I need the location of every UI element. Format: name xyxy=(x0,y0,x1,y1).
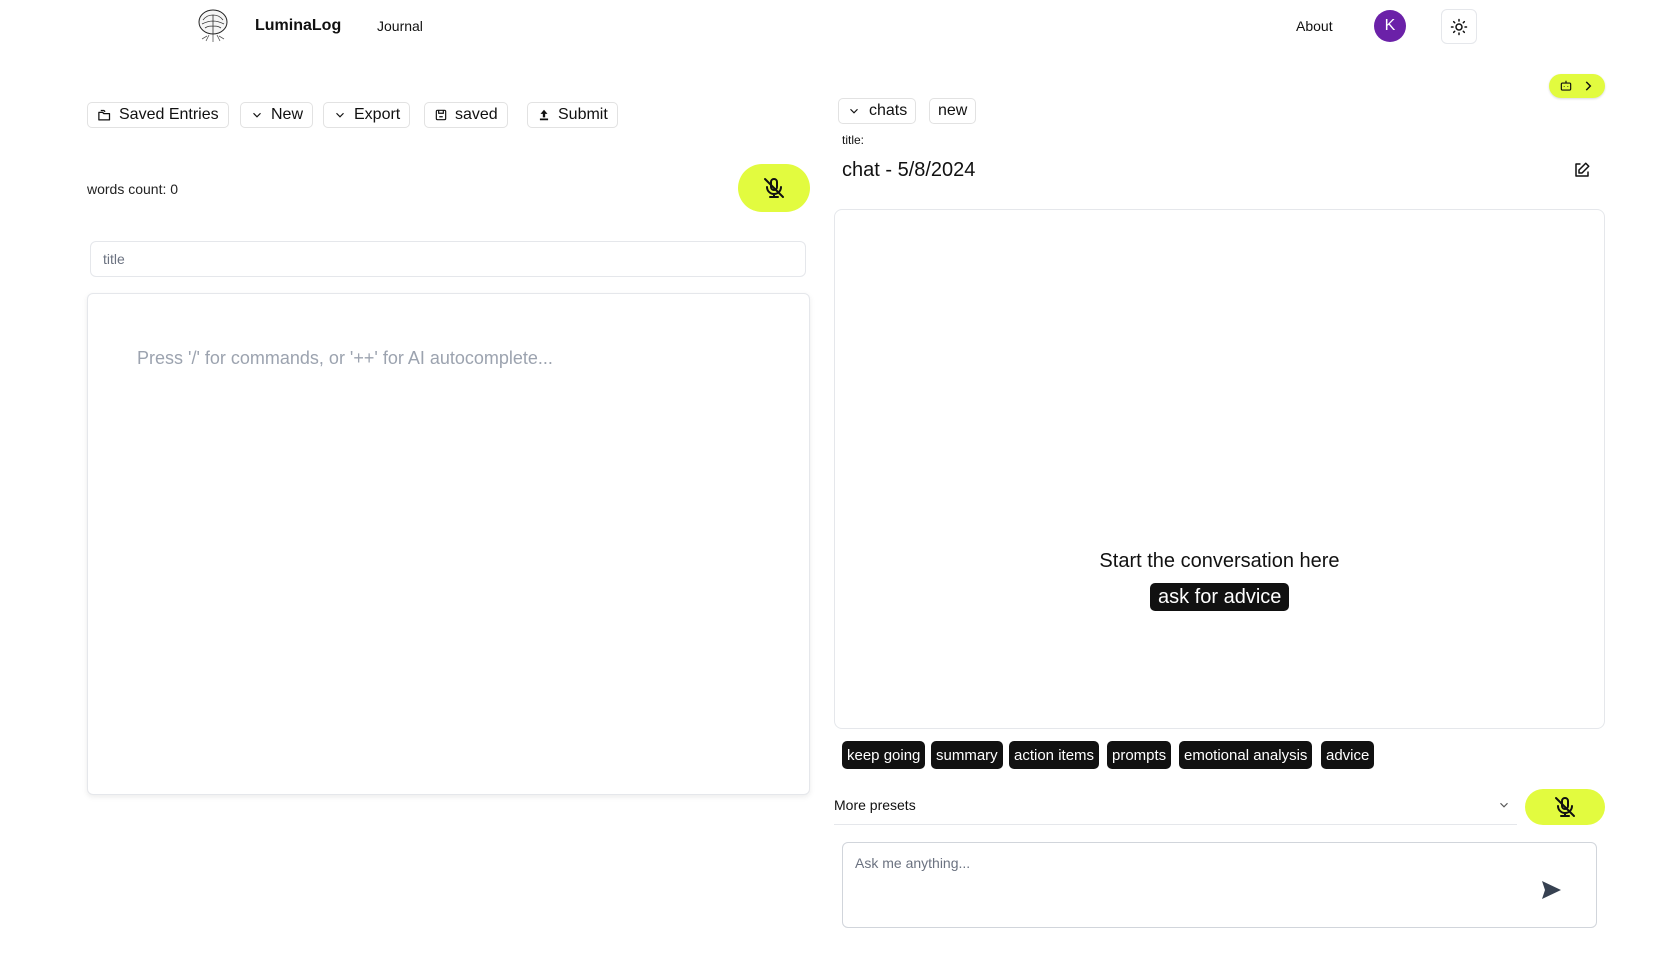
nav-about-link[interactable]: About xyxy=(1296,18,1333,34)
chevron-down-icon xyxy=(336,112,344,118)
submit-label: Submit xyxy=(558,106,608,123)
folder-icon xyxy=(98,109,111,120)
chat-mic-toggle-button[interactable] xyxy=(1525,789,1605,825)
saved-entries-button[interactable]: Saved Entries xyxy=(87,102,229,128)
chevron-down-icon xyxy=(253,112,261,118)
chat-input[interactable] xyxy=(855,855,1515,915)
chevron-down-icon xyxy=(1500,802,1508,808)
preset-chip-action-items[interactable]: action items xyxy=(1009,741,1100,769)
submit-button[interactable]: Submit xyxy=(527,102,618,128)
new-chat-label: new xyxy=(938,102,968,119)
export-button[interactable]: Export xyxy=(323,102,411,128)
chat-messages-panel: Start the conversation here ask for advi… xyxy=(834,209,1605,729)
chats-dropdown-button[interactable]: chats xyxy=(838,98,917,124)
chevron-down-icon xyxy=(850,108,858,114)
preset-chip-keep-going[interactable]: keep going xyxy=(842,741,926,769)
chats-label: chats xyxy=(869,102,908,119)
preset-chip-advice[interactable]: advice xyxy=(1321,741,1375,769)
new-chat-button[interactable]: new xyxy=(929,98,977,124)
more-presets-select[interactable]: More presets xyxy=(834,785,1517,825)
editor-placeholder: Press '/' for commands, or '++' for AI a… xyxy=(137,348,553,368)
logo-tree-icon[interactable] xyxy=(196,8,230,44)
chat-title-label: title: xyxy=(842,133,865,147)
saved-entries-label: Saved Entries xyxy=(119,106,219,123)
chat-title: chat - 5/8/2024 xyxy=(842,159,976,181)
preset-chip-emotional-analysis[interactable]: emotional analysis xyxy=(1179,741,1313,769)
mic-off-icon xyxy=(764,178,784,198)
new-label: New xyxy=(271,106,304,123)
edit-icon[interactable] xyxy=(1573,161,1591,179)
new-button[interactable]: New xyxy=(240,102,314,128)
avatar[interactable]: K xyxy=(1374,10,1406,42)
theme-toggle-button[interactable] xyxy=(1441,9,1477,44)
saved-label: saved xyxy=(455,106,498,123)
export-label: Export xyxy=(354,106,401,123)
chat-input-box xyxy=(842,842,1597,928)
save-disk-icon xyxy=(435,109,447,121)
send-icon[interactable] xyxy=(1539,878,1563,902)
bot-icon xyxy=(1560,80,1572,91)
preset-chip-prompts[interactable]: prompts xyxy=(1107,741,1172,769)
empty-chat-text: Start the conversation here xyxy=(1099,550,1340,572)
ask-advice-button[interactable]: ask for advice xyxy=(1150,583,1290,611)
chevron-right-icon xyxy=(1585,81,1592,91)
journal-editor[interactable]: Press '/' for commands, or '++' for AI a… xyxy=(87,293,810,795)
preset-chip-summary[interactable]: summary xyxy=(931,741,1003,769)
mic-toggle-button[interactable] xyxy=(738,164,810,212)
words-count: words count: 0 xyxy=(87,181,179,197)
saved-button[interactable]: saved xyxy=(424,102,508,128)
avatar-initial: K xyxy=(1384,17,1396,34)
upload-icon xyxy=(539,109,549,121)
more-presets-label: More presets xyxy=(834,796,916,813)
nav-journal-link[interactable]: Journal xyxy=(377,18,423,34)
sun-icon xyxy=(1450,18,1468,35)
brand-name[interactable]: LuminaLog xyxy=(255,17,341,35)
mic-off-icon xyxy=(1555,797,1575,817)
sidebar-toggle[interactable] xyxy=(1549,74,1605,98)
entry-title-input[interactable] xyxy=(90,241,806,277)
